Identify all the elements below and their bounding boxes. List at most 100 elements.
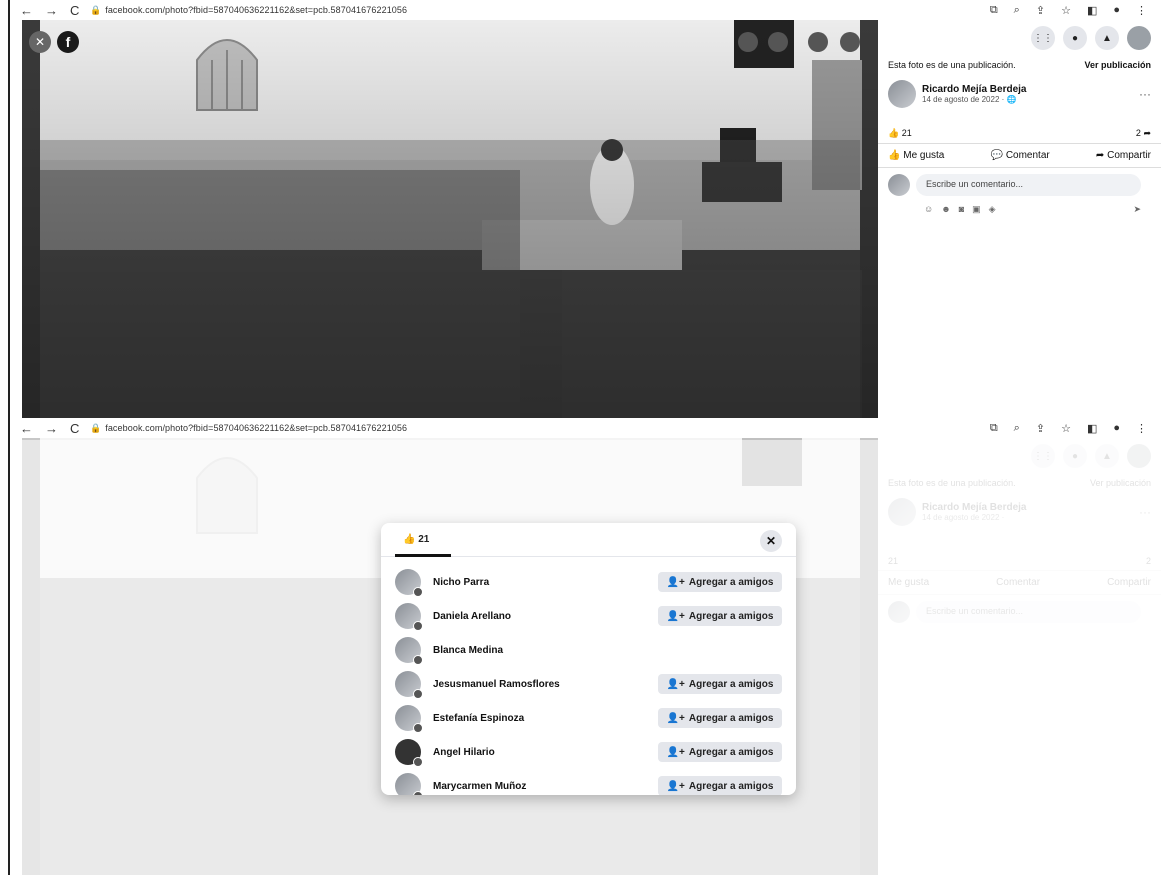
avatar[interactable] <box>395 773 423 795</box>
share-icon[interactable]: ⇪ <box>1036 4 1045 17</box>
list-item: Nicho Parra 👤+ Agregar a amigos <box>381 565 796 599</box>
star-icon[interactable]: ☆ <box>1061 422 1071 435</box>
add-friend-button[interactable]: 👤+ Agregar a amigos <box>658 742 782 762</box>
list-item: Angel Hilario 👤+ Agregar a amigos <box>381 735 796 769</box>
add-friend-button[interactable]: 👤+ Agregar a amigos <box>658 674 782 694</box>
notifications-icon[interactable]: ▲ <box>1095 26 1119 50</box>
account-avatar[interactable] <box>1127 26 1151 50</box>
avatar[interactable] <box>395 671 423 699</box>
emoji-icon[interactable]: ☻ <box>941 204 950 215</box>
back-arrow-icon[interactable]: ← <box>20 421 33 436</box>
add-friend-button[interactable]: 👤+ Agregar a amigos <box>658 572 782 592</box>
zoom-icon[interactable]: ⌕ <box>1014 4 1020 17</box>
fullscreen-icon[interactable] <box>840 32 860 52</box>
post-notice-row: Esta foto es de una publicación. Ver pub… <box>878 56 1161 74</box>
install-icon[interactable]: ⧉ <box>990 4 998 17</box>
avatar[interactable] <box>395 739 423 767</box>
like-button[interactable]: 👍 Me gusta <box>888 150 944 161</box>
side-panel-top: ⋮⋮ ● ▲ Esta foto es de una publicación. … <box>878 20 1161 418</box>
avatar[interactable] <box>395 705 423 733</box>
gif-icon[interactable]: ▣ <box>972 204 981 215</box>
add-friend-button[interactable]: 👤+ Agregar a amigos <box>658 776 782 795</box>
active-tab-indicator <box>395 554 451 557</box>
browser-nav-2: ← → C <box>12 421 90 436</box>
back-arrow-icon[interactable]: ← <box>20 3 33 18</box>
like-badge-icon <box>413 621 423 631</box>
event-photo: ✕ f <box>22 20 878 418</box>
like-badge-icon <box>413 723 423 733</box>
address-bar-2[interactable]: facebook.com/photo?fbid=587040636221162&… <box>105 423 407 433</box>
person-name[interactable]: Nicho Parra <box>433 577 658 588</box>
avatar[interactable] <box>395 603 423 631</box>
person-name[interactable]: Blanca Medina <box>433 645 782 656</box>
add-friend-icon: 👤+ <box>666 746 685 758</box>
user-avatar <box>888 174 910 196</box>
tab-all-reactions[interactable]: 👍 21 <box>403 534 429 545</box>
reaction-summary: 👍 21 2 ➦ <box>878 124 1161 143</box>
messenger-icon[interactable]: ● <box>1063 26 1087 50</box>
share-button[interactable]: ➦ Compartir <box>1096 150 1151 161</box>
add-friend-icon: 👤+ <box>666 610 685 622</box>
svg-text:✕: ✕ <box>35 35 45 49</box>
profile-icon[interactable]: ● <box>1113 4 1120 17</box>
add-friend-button[interactable]: 👤+ Agregar a amigos <box>658 606 782 626</box>
avatar[interactable] <box>395 637 423 665</box>
apps-icon[interactable]: ⋮⋮ <box>1031 26 1055 50</box>
browser-tools: ⧉ ⌕ ⇪ ☆ ◧ ● ⋮ <box>990 4 1147 17</box>
comment-button[interactable]: 💬 Comentar <box>991 150 1050 161</box>
zoom-icon[interactable]: ⌕ <box>1014 422 1020 435</box>
stickers-icon[interactable]: ◈ <box>989 204 996 215</box>
install-icon[interactable]: ⧉ <box>990 422 998 435</box>
comment-input[interactable]: Escribe un comentario... <box>916 174 1141 196</box>
sidebar-icon[interactable]: ◧ <box>1087 4 1097 17</box>
reload-icon[interactable]: C <box>70 421 79 436</box>
avatar[interactable] <box>395 569 423 597</box>
post-date: 14 de agosto de 2022 · 🌐 <box>922 95 1017 104</box>
comment-icon: 💬 <box>990 150 1004 161</box>
thumbs-up-icon: 👍 <box>888 150 901 161</box>
sidebar-icon[interactable]: ◧ <box>1087 422 1097 435</box>
close-icon[interactable]: ✕ <box>760 530 782 552</box>
author-avatar[interactable] <box>888 80 916 108</box>
person-name[interactable]: Jesusmanuel Ramosflores <box>433 679 658 690</box>
person-name[interactable]: Estefanía Espinoza <box>433 713 658 724</box>
menu-icon[interactable]: ⋮ <box>1136 422 1147 435</box>
forward-arrow-icon[interactable]: → <box>45 3 58 18</box>
star-icon[interactable]: ☆ <box>1061 4 1071 17</box>
camera-icon[interactable]: ◙ <box>959 204 964 215</box>
reload-icon[interactable]: C <box>70 3 79 18</box>
like-badge-icon <box>413 791 423 795</box>
zoom-out-icon[interactable] <box>768 32 788 52</box>
post-notice-text: Esta foto es de una publicación. <box>888 60 1016 70</box>
reactions-count[interactable]: 👍 21 <box>888 128 912 139</box>
comment-tools: ☺ ☻ ◙ ▣ ◈ ➤ <box>878 202 1161 215</box>
menu-icon[interactable]: ⋮ <box>1136 4 1147 17</box>
profile-icon[interactable]: ● <box>1113 422 1120 435</box>
sticker-icon[interactable]: ☺ <box>924 204 933 215</box>
add-friend-button[interactable]: 👤+ Agregar a amigos <box>658 708 782 728</box>
view-post-link[interactable]: Ver publicación <box>1084 60 1151 70</box>
forward-arrow-icon[interactable]: → <box>45 421 58 436</box>
tag-icon[interactable] <box>808 32 828 52</box>
zoom-in-icon[interactable] <box>738 32 758 52</box>
add-friend-icon: 👤+ <box>666 576 685 588</box>
author-name[interactable]: Ricardo Mejía Berdeja <box>922 84 1026 95</box>
send-icon[interactable]: ➤ <box>1133 204 1141 215</box>
photo-view: ✕ f <box>22 20 878 418</box>
address-bar[interactable]: facebook.com/photo?fbid=587040636221162&… <box>105 5 407 15</box>
person-name[interactable]: Angel Hilario <box>433 747 658 758</box>
more-options-icon[interactable]: ··· <box>1139 87 1151 101</box>
person-name[interactable]: Daniela Arellano <box>433 611 658 622</box>
reactions-modal: 👍 21 ✕ Nicho Parra 👤+ Agregar a amigos Da… <box>381 523 796 795</box>
comment-composer: Escribe un comentario... <box>878 168 1161 202</box>
globe-icon: 🌐 <box>1006 95 1017 104</box>
person-name[interactable]: Marycarmen Muñoz <box>433 781 658 792</box>
share-icon: ➦ <box>1095 150 1105 161</box>
share-icon[interactable]: ⇪ <box>1036 422 1045 435</box>
action-bar: 👍 Me gusta 💬 Comentar ➦ Compartir <box>878 143 1161 168</box>
list-item: Daniela Arellano 👤+ Agregar a amigos <box>381 599 796 633</box>
like-badge-icon <box>413 757 423 767</box>
shares-count[interactable]: 2 ➦ <box>1136 128 1151 139</box>
like-badge-icon <box>413 689 423 699</box>
add-friend-icon: 👤+ <box>666 780 685 792</box>
